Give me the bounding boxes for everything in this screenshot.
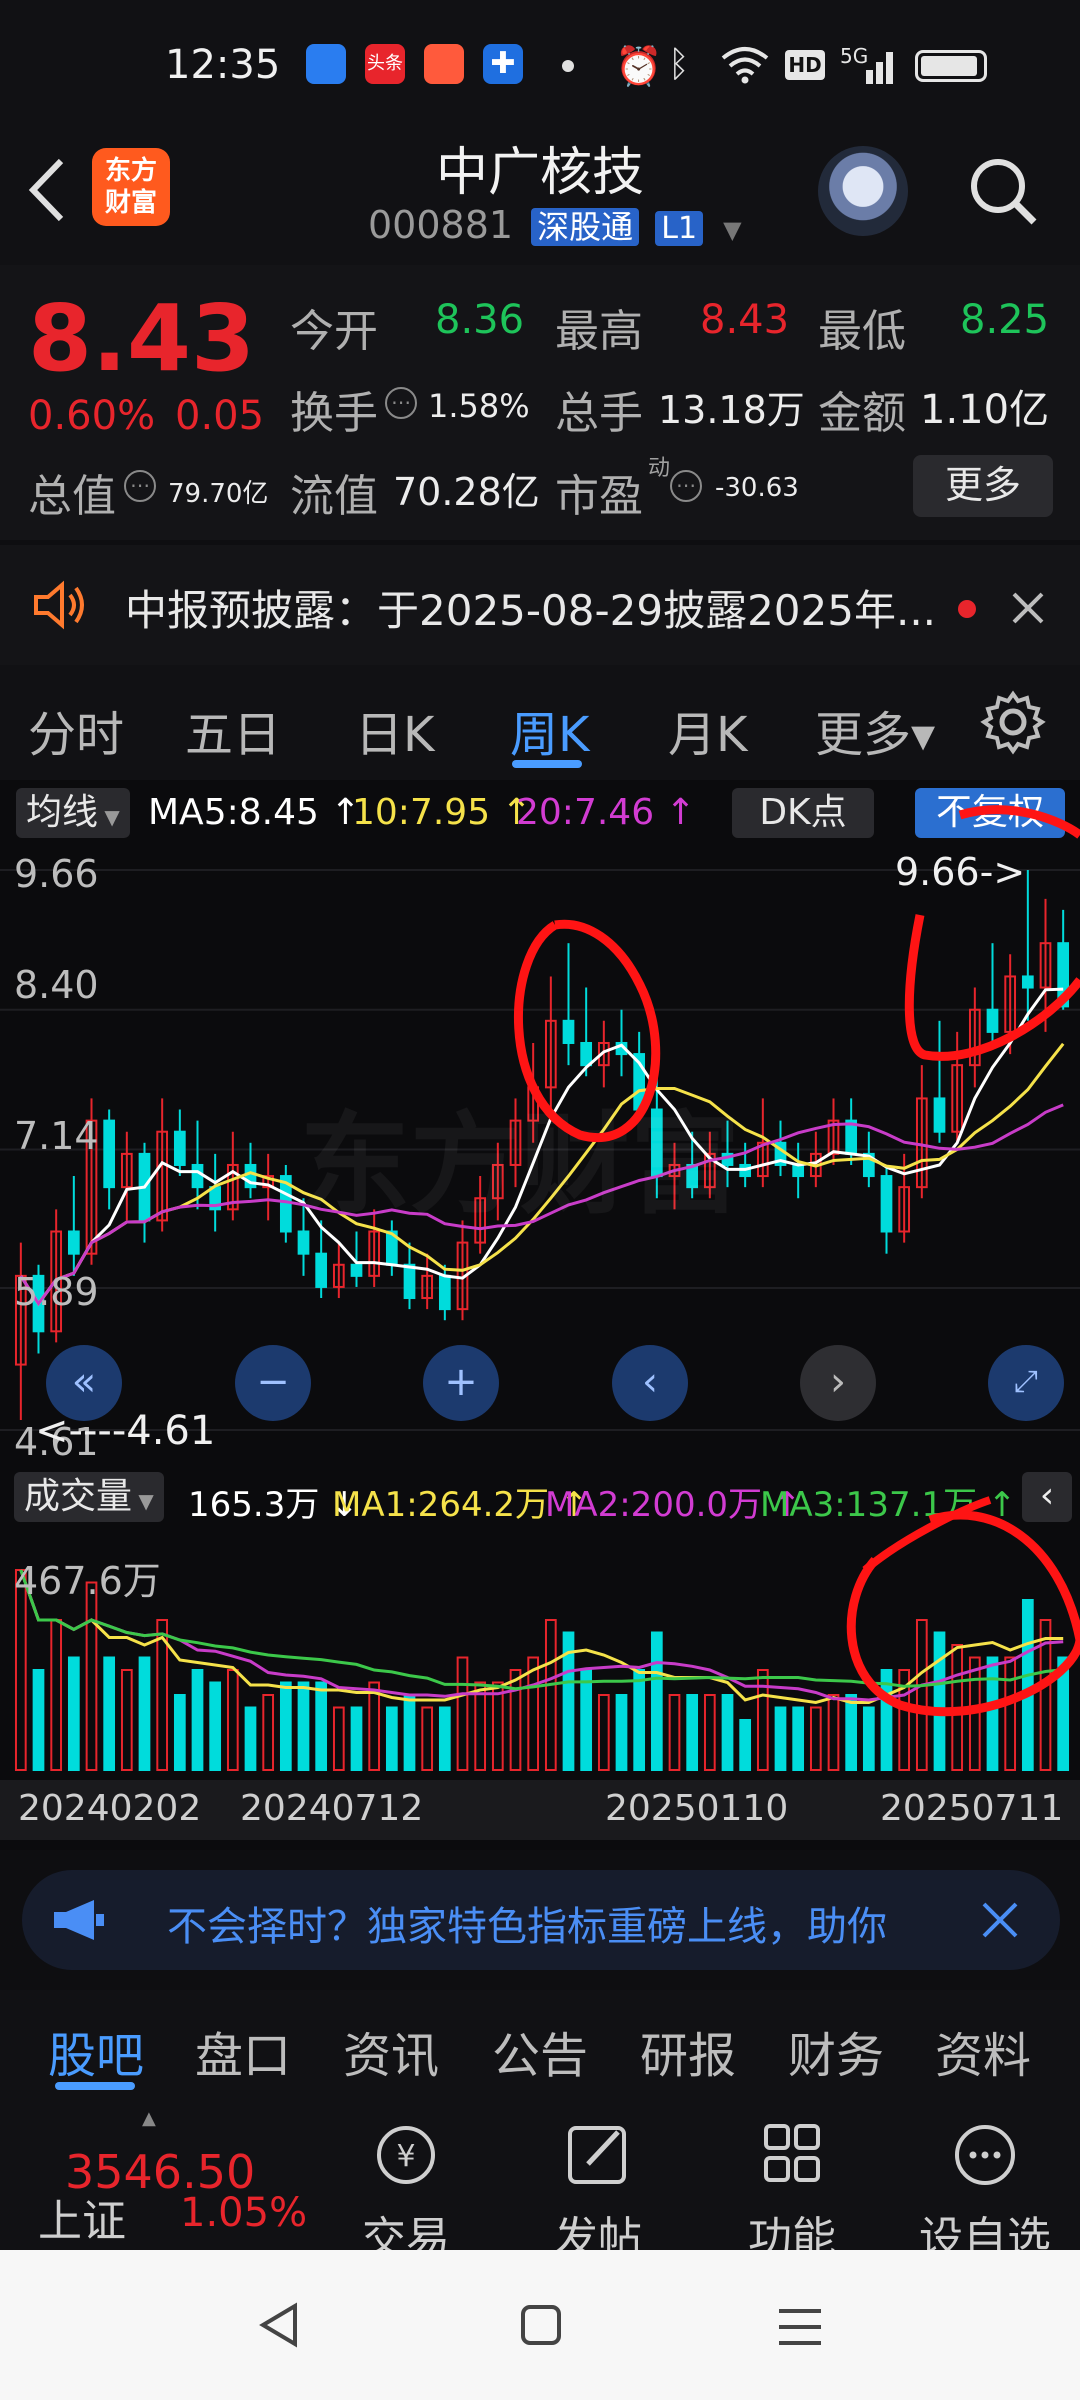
quote-panel: 8.43 0.60% 0.05 今开 8.36 最高 8.43 最低 8.25 … (0, 265, 1080, 540)
tab-guba[interactable]: 股吧 (48, 2016, 144, 2086)
info-icon[interactable]: ⋯ (124, 470, 156, 502)
wifi-icon (721, 47, 769, 84)
volume-value: 13.18万 (658, 388, 805, 432)
bottom-action-bar: 3546.50 上证 1.05% ▲ ¥ 交易 发帖 功能 设自选 (0, 2100, 1080, 2264)
high-value: 8.43 (700, 297, 790, 343)
promo-banner[interactable]: 不会择时？独家特色指标重磅上线，助你 (22, 1870, 1060, 1970)
robot-avatar[interactable] (818, 146, 908, 236)
tab-research[interactable]: 研报 (640, 2016, 736, 2086)
turnover-label: 换手 (290, 388, 378, 439)
low-value: 8.25 (960, 297, 1050, 343)
stock-code: 000881 (368, 203, 514, 247)
nav-home-icon[interactable] (518, 2302, 564, 2348)
current-price: 8.43 (28, 285, 255, 392)
close-icon[interactable] (980, 1900, 1020, 1940)
toutiao-icon: 头条 (365, 44, 405, 84)
notice-dot (958, 600, 976, 618)
search-icon[interactable] (966, 154, 1040, 228)
pe-sup: 动 (648, 456, 671, 481)
stock-name: 中广核技 (435, 143, 644, 203)
tab-news[interactable]: 资讯 (343, 2016, 439, 2086)
system-nav-bar (0, 2250, 1080, 2400)
tab-weekly-k[interactable]: 周K (510, 695, 589, 765)
yuan-icon: ¥ (377, 2126, 435, 2184)
period-tabs: 分时 五日 日K 周K 月K 更多▾ (0, 665, 1080, 780)
hd-icon: HD (785, 50, 825, 80)
notice-text: 中报预披露：于2025-08-29披露2025年... (125, 586, 937, 635)
tab-profile[interactable]: 资料 (935, 2016, 1031, 2086)
float-label: 流值 (290, 471, 378, 522)
mktcap-label: 总值 (28, 471, 116, 522)
active-tab-indicator (512, 760, 582, 768)
svg-text:¥: ¥ (396, 2139, 415, 2174)
tab-more[interactable]: 更多▾ (815, 695, 935, 765)
app-icon-cross: ✚ (483, 44, 523, 84)
amount-value: 1.10亿 (920, 387, 1050, 433)
alarm-icon: ⏰ (615, 44, 663, 88)
bluetooth-icon: ᛒ (668, 44, 690, 85)
more-button[interactable]: 更多 (913, 455, 1053, 517)
dot-icon (562, 60, 574, 72)
megaphone-icon (54, 1900, 104, 1940)
nav-back-icon[interactable] (255, 2300, 305, 2350)
tab-finance[interactable]: 财务 (788, 2016, 884, 2086)
up-arrow-icon: ▲ (142, 2108, 156, 2129)
annotation-overlay (514, 805, 1080, 1717)
chart-area[interactable]: 均线 ▼ MA5:8.45 ↑ 10:7.95 ↑ 20:7.46 ↑ DK点 … (0, 780, 1080, 1850)
status-time: 12:35 (165, 42, 281, 88)
mktcap-value: 79.70亿 (168, 479, 269, 509)
stock-code-row[interactable]: 000881 深股通 L1 ▼ (368, 202, 742, 252)
add-watchlist-button[interactable]: 设自选 (915, 2120, 1055, 2266)
banner-text: 不会择时？独家特色指标重磅上线，助你 (167, 1904, 887, 1950)
function-button[interactable]: 功能 (722, 2120, 862, 2266)
content-tabs: 股吧 盘口 资讯 公告 研报 财务 资料 (0, 1990, 1080, 2100)
close-icon[interactable] (1010, 590, 1046, 626)
post-button[interactable]: 发帖 (528, 2120, 668, 2266)
gear-icon[interactable] (980, 689, 1046, 755)
info-icon[interactable]: ⋯ (670, 470, 702, 502)
battery-icon (915, 50, 987, 82)
tab-intraday[interactable]: 分时 (28, 695, 124, 765)
grid-icon (764, 2124, 820, 2182)
edit-icon (568, 2126, 626, 2184)
tab-five-day[interactable]: 五日 (185, 695, 281, 765)
amount-label: 金额 (818, 388, 906, 439)
active-tab-indicator (55, 2082, 135, 2090)
level-badge: L1 (655, 211, 704, 246)
stock-header: 东方 财富 中广核技 000881 深股通 L1 ▼ (0, 130, 1080, 265)
tab-monthly-k[interactable]: 月K (668, 695, 747, 765)
connect-badge: 深股通 (531, 208, 640, 246)
float-value: 70.28亿 (393, 470, 540, 514)
speaker-icon (34, 580, 84, 630)
open-value: 8.36 (435, 297, 525, 343)
pe-value: -30.63 (715, 473, 799, 503)
trade-button[interactable]: ¥ 交易 (336, 2120, 476, 2266)
notice-bar[interactable]: 中报预披露：于2025-08-29披露2025年... (0, 545, 1080, 665)
tab-pankou[interactable]: 盘口 (195, 2016, 291, 2086)
low-label: 最低 (818, 306, 906, 357)
nav-menu-icon[interactable] (775, 2305, 825, 2349)
change-percent: 0.60% (28, 393, 156, 439)
app-icon-blue (306, 44, 346, 84)
app-icon-orange (424, 44, 464, 84)
high-label: 最高 (555, 306, 643, 357)
open-label: 今开 (290, 306, 378, 357)
status-bar: 12:35 头条 ✚ ⏰ ᛒ HD 5G (0, 0, 1080, 130)
more-dots-icon (955, 2125, 1015, 2185)
info-icon[interactable]: ⋯ (385, 387, 417, 419)
volume-label: 总手 (555, 388, 643, 439)
tab-daily-k[interactable]: 日K (355, 695, 434, 765)
change-amount: 0.05 (175, 393, 265, 439)
index-name: 上证 (38, 2196, 126, 2247)
5g-signal-icon: 5G (840, 44, 900, 84)
turnover-value: 1.58% (428, 387, 530, 425)
pe-label: 市盈 (555, 471, 643, 522)
tab-announcements[interactable]: 公告 (492, 2016, 588, 2086)
index-change: 1.05% (180, 2190, 308, 2236)
chevron-down-icon: ▼ (723, 216, 742, 244)
